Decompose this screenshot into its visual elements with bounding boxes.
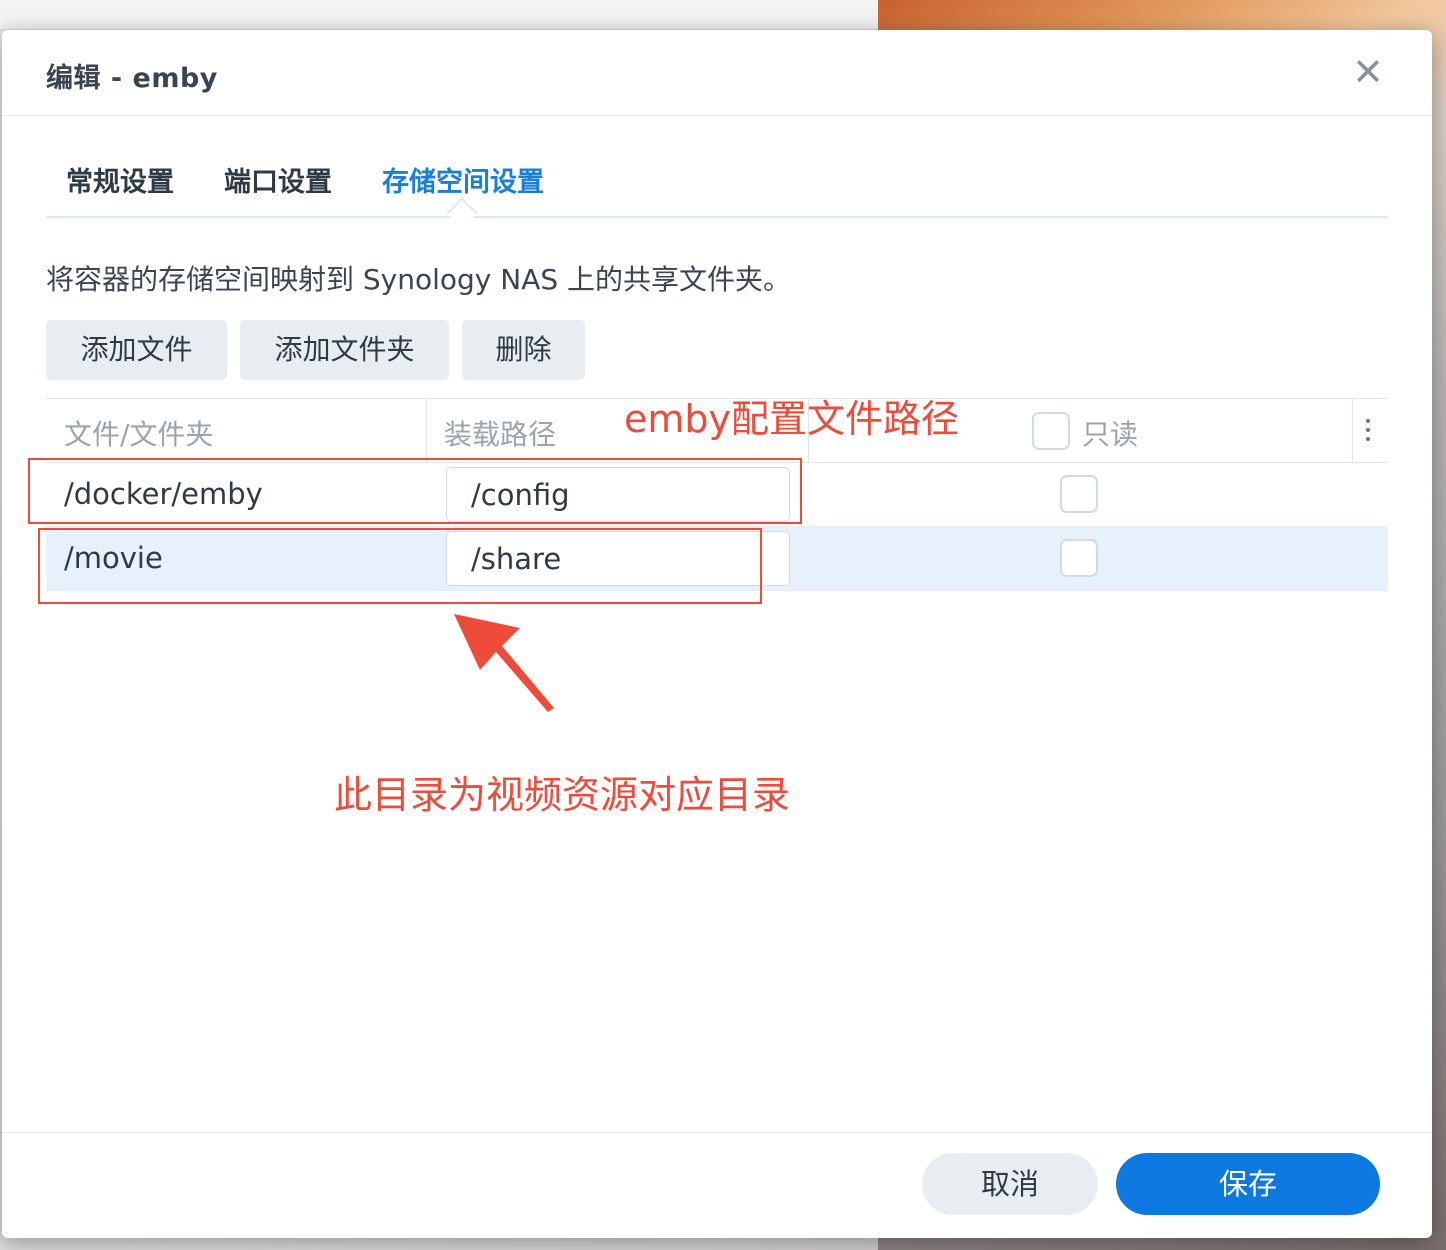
select-all-readonly-checkbox[interactable] bbox=[1032, 412, 1070, 450]
column-header-mount-path[interactable]: 装载路径 bbox=[444, 413, 556, 453]
add-file-button[interactable]: 添加文件 bbox=[46, 320, 227, 380]
tab-general-settings[interactable]: 常规设置 bbox=[66, 160, 174, 199]
tab-storage-settings[interactable]: 存储空间设置 bbox=[382, 160, 544, 199]
cancel-button[interactable]: 取消 bbox=[922, 1153, 1098, 1215]
annotation-box-video bbox=[38, 528, 762, 604]
annotation-config-label: emby配置文件路径 bbox=[624, 397, 960, 441]
edit-dialog: 编辑 - emby ✕ 常规设置 端口设置 存储空间设置 将容器的存储空间映射到… bbox=[2, 30, 1432, 1238]
delete-button[interactable]: 删除 bbox=[462, 320, 585, 380]
column-header-file-folder[interactable]: 文件/文件夹 bbox=[64, 413, 213, 453]
arrow-icon bbox=[454, 614, 554, 712]
dialog-footer: 取消 保存 bbox=[2, 1132, 1432, 1238]
column-divider[interactable] bbox=[1352, 399, 1353, 463]
annotation-box-config bbox=[28, 458, 802, 524]
dialog-title: 编辑 - emby bbox=[46, 63, 218, 94]
save-button[interactable]: 保存 bbox=[1116, 1153, 1380, 1215]
background-window bbox=[0, 0, 878, 30]
column-divider[interactable] bbox=[426, 399, 427, 463]
tab-port-settings[interactable]: 端口设置 bbox=[224, 160, 332, 199]
storage-description: 将容器的存储空间映射到 Synology NAS 上的共享文件夹。 bbox=[46, 263, 792, 296]
dialog-titlebar: 编辑 - emby ✕ bbox=[2, 30, 1432, 116]
read-only-checkbox[interactable] bbox=[1060, 475, 1098, 513]
active-tab-indicator bbox=[446, 197, 478, 229]
column-header-read-only[interactable]: 只读 bbox=[1082, 413, 1138, 453]
annotation-video-label: 此目录为视频资源对应目录 bbox=[334, 773, 791, 817]
close-icon[interactable]: ✕ bbox=[1348, 52, 1388, 92]
add-folder-button[interactable]: 添加文件夹 bbox=[240, 320, 449, 380]
column-menu-icon[interactable] bbox=[1364, 419, 1372, 445]
tab-bar: 常规设置 端口设置 存储空间设置 bbox=[46, 146, 1388, 229]
read-only-checkbox[interactable] bbox=[1060, 539, 1098, 577]
